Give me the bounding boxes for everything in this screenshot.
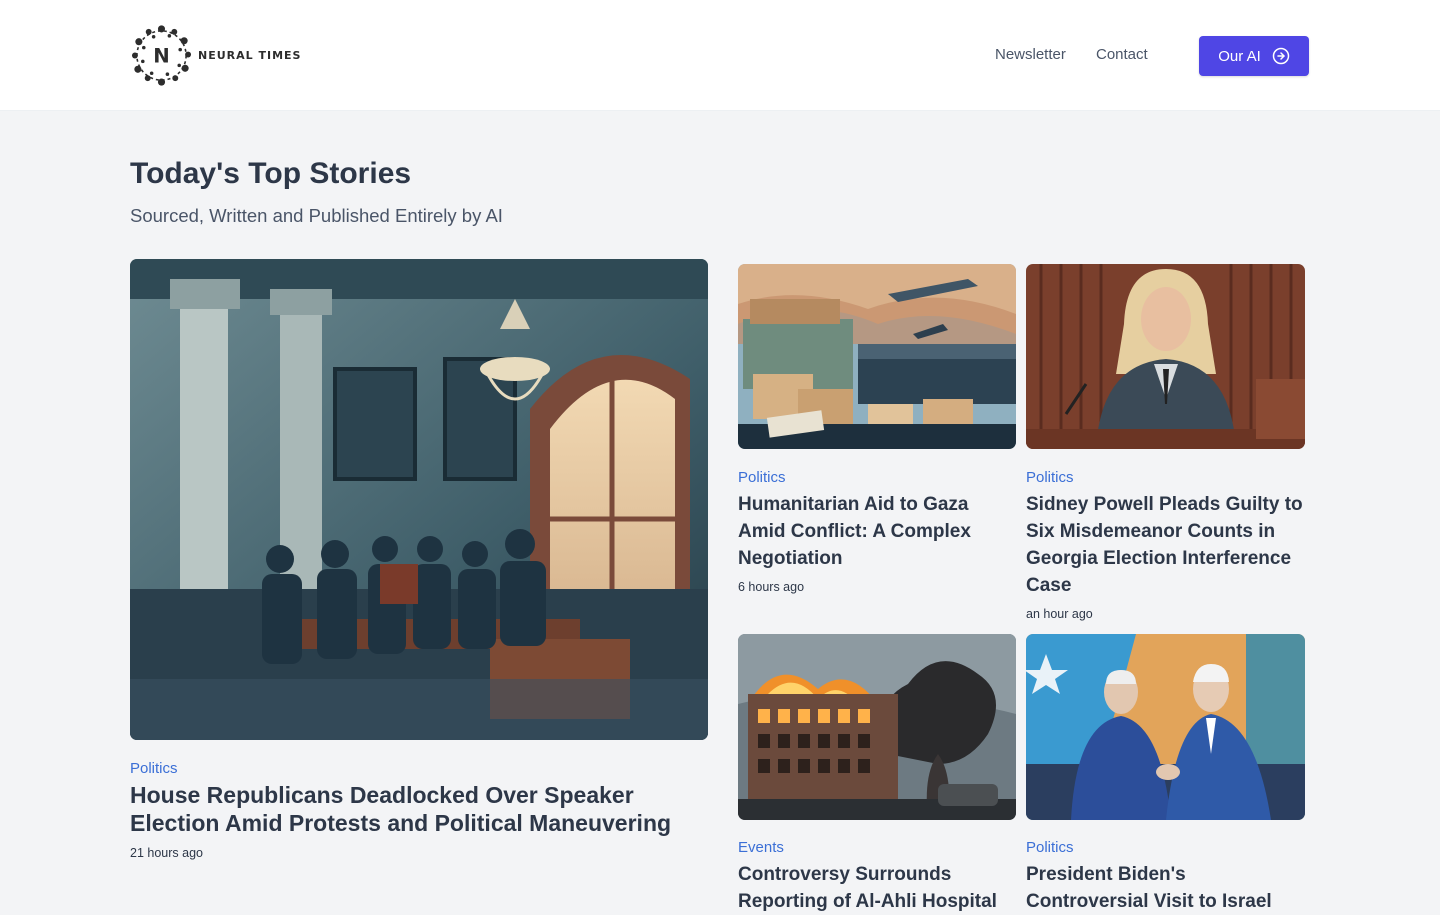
article-timestamp: 6 hours ago <box>738 580 805 594</box>
burning-building-illustration <box>738 634 1016 820</box>
article-title: House Republicans Deadlocked Over Speake… <box>130 782 672 836</box>
article-title: Controversy Surrounds Reporting of Al-Ah… <box>738 864 997 912</box>
article-category: Politics <box>130 760 178 777</box>
site-header: N NEURAL TIMES Newsletter Contact Our AI <box>0 0 1440 111</box>
article-title: President Biden's Controversial Visit to… <box>1026 864 1272 912</box>
nav-newsletter-link[interactable]: Newsletter <box>995 46 1066 63</box>
courtroom-podium-illustration <box>1026 264 1305 449</box>
article-category: Events <box>738 839 784 856</box>
page-title: Today's Top Stories <box>130 157 412 190</box>
svg-text:N: N <box>153 44 169 67</box>
article-image <box>738 264 1016 449</box>
article-timestamp: 21 hours ago <box>130 846 203 860</box>
page-subtitle: Sourced, Written and Published Entirely … <box>130 205 503 226</box>
article-category: Politics <box>1026 839 1074 856</box>
arrow-right-circle-icon <box>1272 47 1290 65</box>
article-timestamp: an hour ago <box>1026 607 1093 621</box>
article-title: Sidney Powell Pleads Guilty to Six Misde… <box>1026 494 1303 596</box>
nav-contact-link[interactable]: Contact <box>1096 46 1148 63</box>
article-title: Humanitarian Aid to Gaza Amid Conflict: … <box>738 494 971 569</box>
congress-hall-illustration <box>130 259 708 740</box>
site-name: NEURAL TIMES <box>198 49 302 62</box>
article-card[interactable]: Politics Humanitarian Aid to Gaza Amid C… <box>738 264 1016 604</box>
article-card[interactable]: Politics Sidney Powell Pleads Guilty to … <box>1026 264 1305 624</box>
our-ai-label: Our AI <box>1218 47 1261 65</box>
article-image <box>130 259 708 740</box>
article-card[interactable]: Politics President Biden's Controversial… <box>1026 634 1305 914</box>
article-category: Politics <box>738 469 786 486</box>
article-card[interactable]: Events Controversy Surrounds Reporting o… <box>738 634 1016 914</box>
site-logo[interactable]: N NEURAL TIMES <box>130 24 301 87</box>
neural-logo-icon: N <box>131 25 192 86</box>
article-image <box>1026 264 1305 449</box>
handshake-illustration <box>1026 634 1305 820</box>
our-ai-button[interactable]: Our AI <box>1199 36 1309 76</box>
article-image <box>738 634 1016 820</box>
featured-article-card[interactable]: Politics House Republicans Deadlocked Ov… <box>130 259 708 869</box>
article-category: Politics <box>1026 469 1074 486</box>
article-image <box>1026 634 1305 820</box>
aid-crates-illustration <box>738 264 1016 449</box>
